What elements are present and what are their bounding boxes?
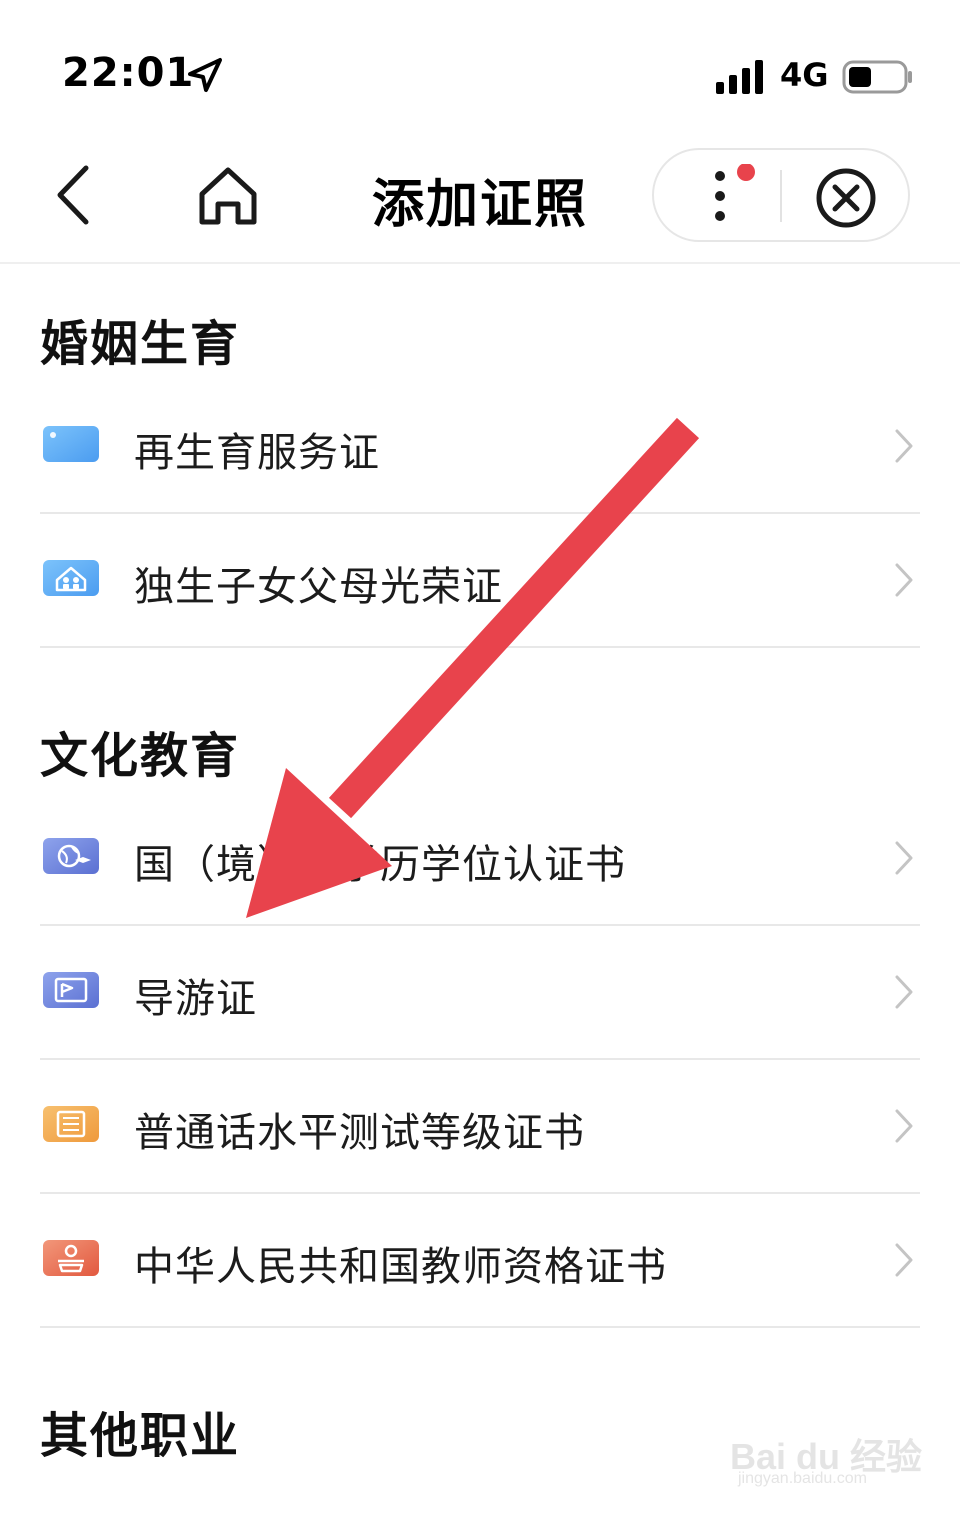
watermark-url: jingyan.baidu.com	[738, 1470, 867, 1487]
list-item-label: 独生子女父母光荣证	[134, 564, 503, 610]
list-item-label: 中华人民共和国教师资格证书	[134, 1244, 667, 1290]
location-arrow-icon	[188, 58, 222, 92]
list-item-label: 国（境）外学历学位认证书	[134, 842, 626, 888]
baidu-jingyan-watermark: Bai du 经验 jingyan.baidu.com	[730, 1408, 930, 1498]
list-item-putonghua-cert[interactable]: 普通话水平测试等级证书	[0, 1060, 960, 1194]
teacher-podium-icon	[43, 1240, 99, 1276]
nav-bar: 添加证照	[0, 140, 960, 264]
list-item-rebirth-service-cert[interactable]: 再生育服务证	[0, 380, 960, 514]
section-title-culture-education: 文化教育	[40, 728, 241, 784]
status-time: 22:01	[62, 50, 195, 96]
list-item-label: 再生育服务证	[134, 430, 380, 476]
list-item-only-child-parents-cert[interactable]: 独生子女父母光荣证	[0, 514, 960, 648]
chevron-right-icon	[895, 841, 913, 875]
network-type: 4G	[780, 56, 829, 94]
battery-icon	[842, 60, 912, 94]
list-item-tour-guide-cert[interactable]: 导游证	[0, 926, 960, 1060]
more-options-button[interactable]	[694, 164, 764, 230]
list-item-foreign-degree-cert[interactable]: 国（境）外学历学位认证书	[0, 792, 960, 926]
divider	[40, 1326, 920, 1328]
signal-icon	[716, 60, 763, 94]
guide-flag-icon	[43, 972, 99, 1008]
section-title-other-professions: 其他职业	[40, 1408, 241, 1464]
status-bar: 22:01 4G	[0, 0, 960, 140]
chevron-right-icon	[895, 429, 913, 463]
list-item-label: 导游证	[134, 976, 257, 1022]
chevron-right-icon	[895, 1243, 913, 1277]
list-item-label: 普通话水平测试等级证书	[134, 1110, 585, 1156]
mini-program-capsule	[652, 148, 910, 242]
chevron-right-icon	[895, 975, 913, 1009]
divider	[40, 646, 920, 648]
card-icon	[43, 426, 99, 462]
notification-dot-icon	[737, 164, 755, 181]
family-house-icon	[43, 560, 99, 596]
list-item-teacher-qualification-cert[interactable]: 中华人民共和国教师资格证书	[0, 1194, 960, 1328]
chevron-right-icon	[895, 563, 913, 597]
back-button[interactable]	[50, 160, 100, 230]
page-title: 添加证照	[371, 175, 588, 235]
putonghua-cert-icon	[43, 1106, 99, 1142]
section-title-marriage: 婚姻生育	[40, 316, 241, 372]
capsule-divider	[780, 170, 782, 222]
chevron-right-icon	[895, 1109, 913, 1143]
globe-graduation-icon	[43, 838, 99, 874]
close-button[interactable]	[814, 166, 878, 230]
home-button[interactable]	[194, 162, 262, 230]
